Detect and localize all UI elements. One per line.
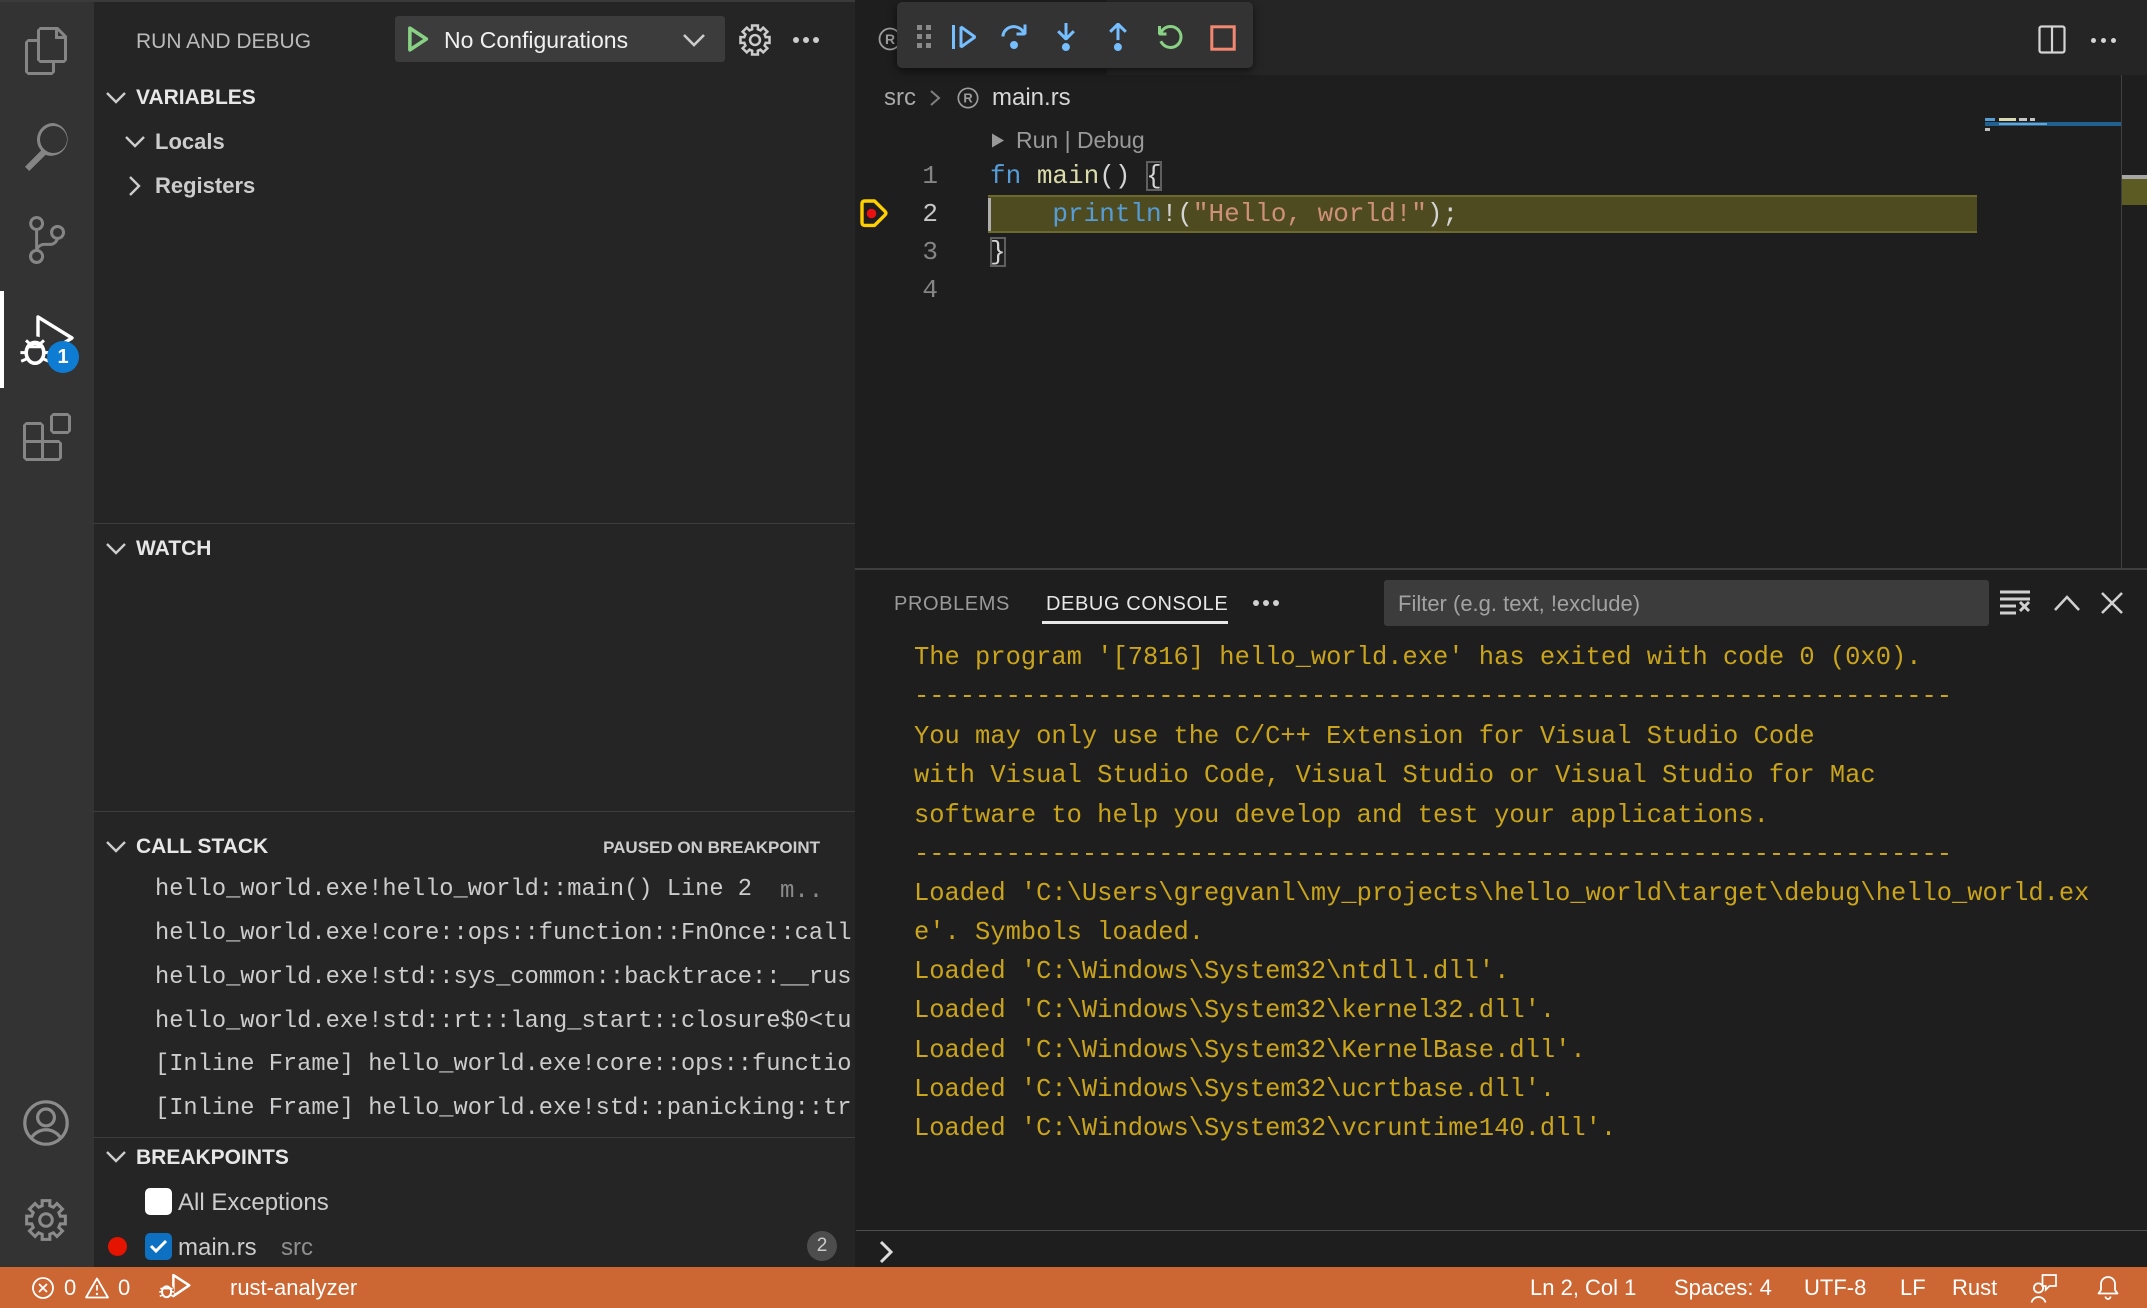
svg-text:R: R [963,91,973,106]
svg-text:R: R [885,31,895,47]
